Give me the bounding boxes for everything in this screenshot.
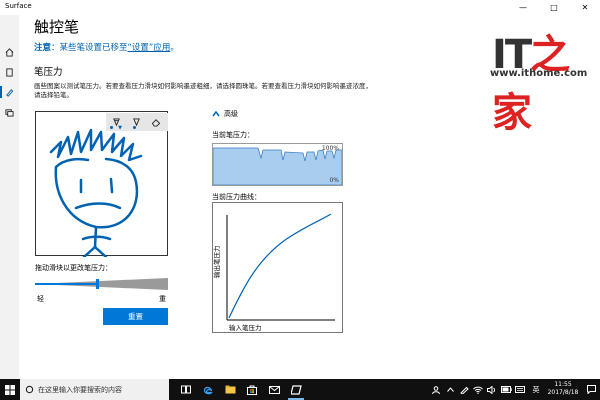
pencil-icon	[132, 117, 140, 126]
pressure-slider-label: 拖动滑块以更改笔压力：	[35, 264, 112, 272]
chevron-down-icon: ▼	[118, 125, 122, 131]
clock-time: 11:55	[554, 381, 572, 388]
page-title: 触控笔	[34, 18, 80, 36]
action-center-button[interactable]	[584, 379, 598, 400]
rail-item-pen[interactable]	[0, 83, 19, 101]
file-explorer-button[interactable]	[219, 379, 241, 400]
clock-date: 2017/8/18	[547, 389, 579, 396]
surface-app-window: Surface — □ ✕ 触控笔 注意：某些笔设置已移至“设置”应用。 笔压力…	[0, 0, 600, 400]
cortana-icon	[25, 385, 34, 394]
wifi-icon	[473, 386, 483, 394]
ballpoint-pen-tool[interactable]: ▼	[106, 113, 126, 131]
ithome-url: www.ithome.com	[490, 68, 588, 79]
chevron-up-icon	[212, 111, 220, 117]
pressure-slider-track	[35, 278, 168, 290]
task-view-icon	[181, 385, 191, 394]
store-button[interactable]	[241, 379, 263, 400]
minimize-button[interactable]: —	[512, 0, 534, 15]
notice-text: ：某些笔设置已移至	[51, 43, 128, 53]
speaker-icon	[487, 385, 496, 394]
pencil-tool[interactable]	[126, 113, 146, 131]
notice-label: 注意	[34, 43, 52, 53]
file-explorer-icon	[225, 385, 235, 394]
task-view-button[interactable]	[175, 379, 197, 400]
tray-chevron[interactable]	[444, 379, 456, 400]
nav-rail	[0, 15, 19, 379]
pressure-curve-graph	[212, 202, 343, 333]
pressure-curve-label: 当前压力曲线：	[212, 193, 261, 201]
pressure-slider[interactable]	[35, 275, 168, 290]
pencil-color-dot	[133, 126, 136, 129]
mail-button[interactable]	[263, 379, 285, 400]
surface-app-button[interactable]	[285, 379, 307, 400]
tray-pen-workspace[interactable]	[458, 379, 470, 400]
slider-max-label: 重	[159, 295, 166, 303]
pen-toolbar: ▼	[106, 113, 168, 131]
notification-icon	[586, 385, 596, 394]
drawing-canvas[interactable]: ▼	[35, 111, 168, 257]
current-pressure-graph: 100% 0%	[212, 143, 343, 186]
pen-pressure-heading: 笔压力	[34, 67, 63, 78]
current-pressure-label: 当前笔压力：	[212, 131, 254, 139]
chevron-up-icon	[446, 387, 454, 392]
laptop-icon	[6, 67, 13, 77]
pressure-min-label: 0%	[329, 177, 339, 184]
store-icon	[247, 385, 257, 395]
eraser-icon	[151, 118, 161, 127]
advanced-label: 高级	[224, 110, 238, 118]
tray-people[interactable]	[430, 379, 442, 400]
tray-keyboard[interactable]	[514, 379, 526, 400]
battery-icon	[500, 386, 512, 393]
drawing-stroke	[49, 128, 143, 257]
pen-pressure-description: 画些图案以测试笔压力。若要查看压力滑块如何影响墨迹粗细，请选择圆珠笔。若要查看压…	[34, 82, 372, 99]
selected-color-dot	[110, 126, 113, 129]
taskbar-search-box[interactable]: 在这里输入你要搜索的内容	[20, 379, 169, 400]
maximize-button[interactable]: □	[543, 0, 565, 15]
curve-x-axis-label: 输入笔压力	[229, 324, 262, 332]
slider-min-label: 轻	[37, 295, 44, 303]
settings-notice: 注意：某些笔设置已移至“设置”应用。	[34, 41, 179, 53]
edge-button[interactable]	[197, 379, 219, 400]
taskbar: 在这里输入你要搜索的内容 英 11:55 2017/8/18	[0, 379, 600, 400]
tray-network[interactable]	[472, 379, 484, 400]
notice-end: 。	[170, 43, 179, 53]
start-button[interactable]	[0, 379, 20, 400]
tray-battery[interactable]	[500, 379, 512, 400]
mail-icon	[268, 385, 280, 394]
search-placeholder: 在这里输入你要搜索的内容	[38, 385, 122, 394]
keyboard-icon	[515, 386, 525, 393]
pen-workspace-icon	[459, 386, 469, 394]
rail-item-display[interactable]	[0, 103, 19, 121]
surface-app-icon	[290, 384, 302, 395]
tray-volume[interactable]	[486, 379, 498, 400]
input-language[interactable]: 英	[530, 379, 542, 400]
people-icon	[432, 385, 440, 394]
pressure-curve	[226, 213, 335, 321]
windows-logo-icon	[5, 384, 15, 395]
rail-item-device[interactable]	[0, 63, 19, 81]
title-bar: Surface — □ ✕	[0, 0, 600, 15]
rail-item-home[interactable]	[0, 43, 19, 61]
ithome-logo: IT之家	[492, 32, 570, 136]
pen-icon	[6, 88, 14, 97]
reset-button[interactable]: 重置	[103, 308, 168, 325]
display-icon	[5, 108, 14, 117]
eraser-tool[interactable]	[146, 113, 166, 131]
curve-y-axis-label: 输出笔压力	[213, 245, 221, 279]
settings-app-link[interactable]: “设置”应用	[128, 43, 171, 53]
edge-icon	[203, 386, 213, 394]
close-button[interactable]: ✕	[574, 0, 596, 15]
app-title: Surface	[5, 2, 32, 10]
home-icon	[5, 47, 14, 57]
taskbar-clock[interactable]: 11:55 2017/8/18	[546, 381, 580, 397]
pressure-max-label: 100%	[321, 145, 339, 152]
advanced-toggle[interactable]: 高级	[212, 109, 238, 119]
